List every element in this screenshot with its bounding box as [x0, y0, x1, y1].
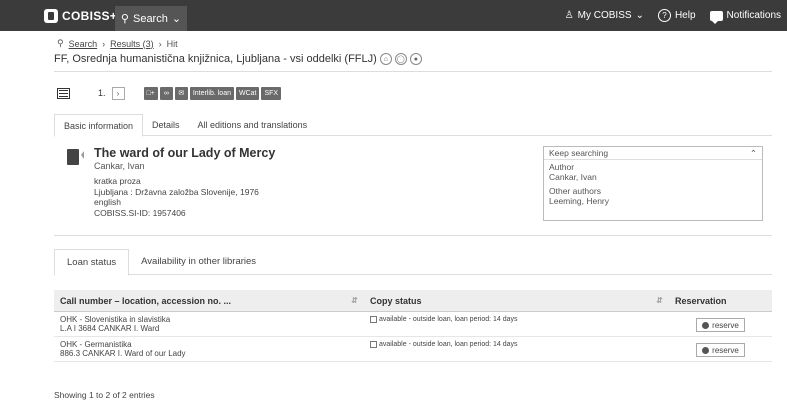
reserve-label: reserve [712, 345, 739, 355]
call-number-cell: OHK - Slovenistika in slavistika L.A I 3… [54, 312, 364, 336]
link-button[interactable]: ∞ [159, 86, 173, 100]
keep-searching-panel: Keep searching ⌃ Author Cankar, Ivan Oth… [543, 146, 763, 221]
keep-searching-header[interactable]: Keep searching ⌃ [544, 147, 762, 160]
next-hit-button[interactable]: › [111, 86, 125, 100]
help-label: Help [674, 10, 696, 21]
breadcrumb-separator: › [158, 38, 162, 49]
record-meta-line: Ljubljana : Državna založba Slovenije, 1… [94, 186, 259, 197]
hit-number: 1. [98, 88, 106, 98]
column-copy-status[interactable]: Copy status ⇵ [364, 290, 669, 311]
tab-basic-information[interactable]: Basic information [54, 114, 144, 137]
help-button[interactable]: ? Help [657, 9, 696, 22]
logo-text: COBISS+ [62, 9, 118, 23]
cobiss-logo-icon [44, 9, 58, 23]
book-icon [67, 149, 84, 165]
notifications-button[interactable]: Notifications [709, 10, 781, 24]
reservation-cell: reserve [669, 312, 772, 336]
cobiss-logo[interactable]: COBISS+ [44, 8, 117, 24]
wcat-button[interactable]: WCat [235, 86, 260, 100]
library-title: FF, Osrednja humanistična knjižnica, Lju… [54, 53, 377, 65]
table-row: OHK - Slovenistika in slavistika L.A I 3… [54, 312, 772, 337]
record-meta-line: COBISS.SI-ID: 1957406 [94, 207, 186, 218]
top-navigation-bar: COBISS+ ⚲ Search ⌄ ♙ My COBISS ⌄ ? Help … [0, 0, 787, 31]
breadcrumb-results-link[interactable]: Results (3) [110, 39, 154, 49]
chat-bubble-icon [709, 10, 723, 24]
copy-status-cell: available - outside loan, loan period: 1… [364, 337, 669, 361]
record-metadata: kratka proza Ljubljana : Državna založba… [94, 176, 259, 218]
interlibrary-loan-button[interactable]: Interlib. loan [189, 86, 234, 100]
reserve-button[interactable]: reserve [696, 343, 745, 357]
author-link[interactable]: Cankar, Ivan [549, 172, 757, 183]
record-tabs: Basic information Details All editions a… [54, 114, 772, 137]
location-text: OHK - Germanistika [60, 340, 132, 349]
tab-loan-status[interactable]: Loan status [54, 249, 130, 276]
reservation-cell: reserve [669, 337, 772, 361]
holdings-table: Call number – location, accession no. ..… [54, 290, 772, 362]
help-icon: ? [657, 9, 671, 22]
breadcrumb-hit: Hit [166, 38, 178, 49]
sort-icon: ⇵ [351, 296, 358, 305]
record-toolbar: 1. › □+ ∞ ✉ Interlib. loan WCat SFX [57, 86, 282, 100]
check-circle-icon [702, 346, 710, 354]
location-text: OHK - Slovenistika in slavistika [60, 315, 171, 324]
email-button[interactable]: ✉ [174, 86, 188, 100]
accession-text: L.A I 3684 CANKAR I. Ward [60, 324, 160, 333]
sort-icon: ⇵ [656, 296, 663, 305]
search-menu-button[interactable]: ⚲ Search ⌄ [115, 6, 187, 31]
chevron-down-icon: ⌄ [635, 10, 644, 21]
location-pin-icon[interactable]: ● [409, 53, 422, 65]
chevron-up-icon: ⌃ [749, 147, 757, 158]
action-buttons: □+ ∞ ✉ Interlib. loan WCat SFX [143, 86, 282, 100]
search-icon: ⚲ [57, 38, 64, 48]
bookmark-add-button[interactable]: □+ [143, 86, 158, 100]
keep-searching-title: Keep searching [549, 148, 609, 158]
other-author-link[interactable]: Leeming, Henry [549, 196, 757, 207]
my-cobiss-label: My COBISS [577, 10, 632, 21]
record-meta-line: kratka proza [94, 176, 141, 186]
check-circle-icon [702, 321, 710, 329]
list-icon[interactable] [57, 87, 70, 99]
status-checkbox-icon [370, 341, 377, 348]
record-meta-line: english [94, 197, 121, 207]
sfx-button[interactable]: SFX [261, 86, 282, 100]
accession-text: 886.3 CANKAR I. Ward of our Lady [60, 349, 186, 358]
notifications-label: Notifications [726, 10, 781, 21]
breadcrumb-separator: › [102, 38, 106, 49]
reserve-label: reserve [712, 320, 739, 330]
keep-searching-body: Author Cankar, Ivan Other authors Leemin… [544, 160, 762, 209]
record-title: The ward of our Lady of Mercy [94, 146, 276, 160]
user-icon: ♙ [564, 10, 574, 21]
tab-all-editions[interactable]: All editions and translations [189, 114, 317, 135]
chevron-down-icon: ⌄ [171, 13, 182, 25]
column-reservation: Reservation [669, 290, 772, 311]
reserve-button[interactable]: reserve [696, 318, 745, 332]
home-icon[interactable]: ⌂ [379, 53, 392, 65]
copy-status-cell: available - outside loan, loan period: 1… [364, 312, 669, 336]
tab-details[interactable]: Details [143, 114, 189, 135]
column-label: Reservation [675, 295, 727, 306]
call-number-cell: OHK - Germanistika 886.3 CANKAR I. Ward … [54, 337, 364, 361]
status-checkbox-icon [370, 316, 377, 323]
my-cobiss-button[interactable]: ♙ My COBISS ⌄ [565, 10, 644, 21]
tab-availability-other-libraries[interactable]: Availability in other libraries [129, 249, 268, 274]
column-label: Copy status [370, 295, 422, 306]
copy-status-text: available - outside loan, loan period: 1… [379, 316, 518, 323]
entries-count: Showing 1 to 2 of 2 entries [54, 390, 155, 400]
search-menu-label: Search [132, 12, 168, 25]
table-row: OHK - Germanistika 886.3 CANKAR I. Ward … [54, 337, 772, 362]
record-author[interactable]: Cankar, Ivan [94, 161, 145, 171]
breadcrumb-search-link[interactable]: Search [69, 39, 98, 49]
record-panel: The ward of our Lady of Mercy Cankar, Iv… [54, 136, 772, 236]
copy-status-text: available - outside loan, loan period: 1… [379, 341, 518, 348]
divider [54, 71, 772, 72]
library-title-line: FF, Osrednja humanistična knjižnica, Lju… [54, 53, 422, 65]
column-call-number[interactable]: Call number – location, accession no. ..… [54, 290, 364, 311]
breadcrumb: ⚲ Search › Results (3) › Hit [57, 38, 178, 49]
table-header: Call number – location, accession no. ..… [54, 290, 772, 312]
clock-icon[interactable]: ◯ [394, 53, 407, 65]
loan-tabs: Loan status Availability in other librar… [54, 249, 772, 276]
column-label: Call number – location, accession no. ..… [60, 295, 232, 306]
top-right-menu: ♙ My COBISS ⌄ ? Help Notifications [565, 0, 781, 31]
search-icon: ⚲ [120, 13, 129, 25]
